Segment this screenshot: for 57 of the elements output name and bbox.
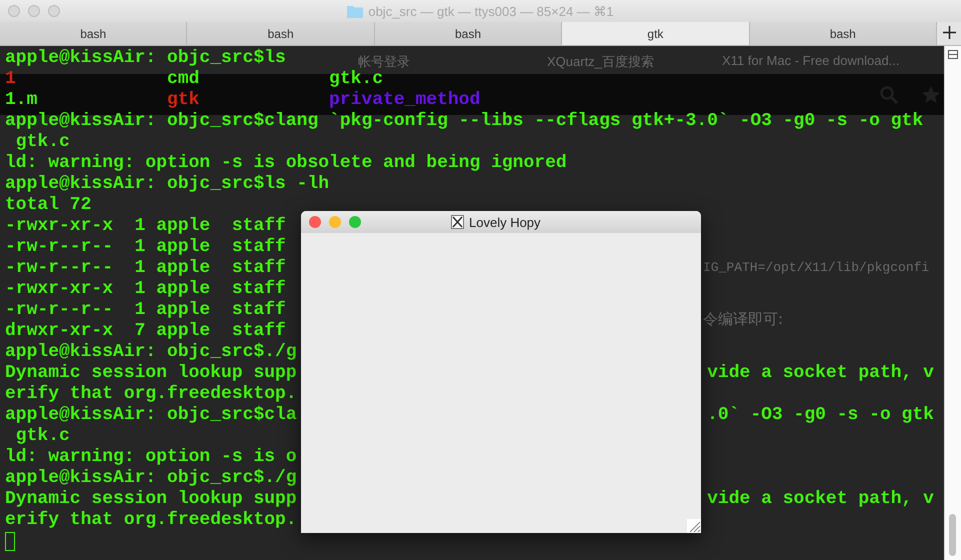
scroll-thumb[interactable] (949, 514, 956, 556)
terminal-line: apple@kissAir: objc_src$./g (5, 468, 297, 488)
terminal-line: vide a socket path, v (707, 489, 934, 509)
terminal-line: apple@kissAir: objc_src$cla (5, 405, 297, 425)
terminal-line: ld: warning: option -s is obsolete and being ignored (5, 153, 567, 173)
window-control[interactable] (48, 5, 60, 17)
new-tab-button[interactable] (937, 22, 961, 45)
terminal-line: erify that org.freedesktop. (5, 384, 297, 404)
folder-icon (347, 4, 364, 18)
split-icon (948, 50, 958, 59)
terminal-line: apple@kissAir: objc_src$ls (5, 48, 286, 68)
terminal-line: gtk.c (14, 132, 70, 152)
terminal-line: apple@kissAir: objc_src$ls -lh (5, 174, 330, 194)
terminal-line: Dynamic session lookup supp (5, 489, 297, 509)
tab-label: 帐号登录 (358, 53, 410, 70)
terminal-line: drwxr-xr-x 7 apple staff (5, 321, 286, 341)
terminal-line: -rw-r--r-- 1 apple staff (5, 300, 286, 320)
terminal-line: -rwxr-xr-x 1 apple staff (5, 279, 286, 299)
window-control[interactable] (8, 5, 20, 17)
file-name: 1.m (5, 90, 38, 110)
close-button[interactable] (309, 216, 321, 228)
zoom-button[interactable] (349, 216, 361, 228)
file-name: gtk.c (329, 69, 384, 89)
terminal-line: -rwxr-xr-x 1 apple staff (5, 216, 286, 236)
tab[interactable]: gtk (562, 22, 750, 45)
file-name: cmd (167, 69, 200, 89)
terminal-line: Dynamic session lookup supp (5, 363, 297, 383)
window-control[interactable] (28, 5, 40, 17)
terminal-line: ld: warning: option -s is o (5, 447, 297, 467)
terminal-line: total 72 (5, 195, 92, 215)
tab-label: X11 for Mac - Free download... (722, 53, 900, 68)
terminal-line: apple@kissAir: objc_src$./g (5, 342, 297, 362)
file-name: 1 (5, 69, 16, 89)
tab[interactable]: bash (374, 22, 562, 45)
terminal-line: erify that org.freedesktop. (5, 510, 297, 530)
file-name: private_method (329, 90, 480, 110)
cursor (5, 532, 15, 551)
terminal-line: -rw-r--r-- 1 apple staff (5, 258, 286, 278)
window-title: objc_src — gtk — ttys003 — 85×24 — ⌘1 (368, 4, 614, 18)
terminal-line: .0` -O3 -g0 -s -o gtk (707, 405, 934, 425)
terminal-line: gtk.c (14, 426, 70, 446)
minimize-button[interactable] (329, 216, 341, 228)
page-text: 令编译即可: (703, 310, 784, 329)
tab[interactable]: bash (750, 22, 938, 45)
tab-label: XQuartz_百度搜索 (547, 53, 654, 71)
terminal-line: vide a socket path, v (707, 363, 934, 383)
file-name: gtk (167, 90, 200, 110)
page-text: IG_PATH=/opt/X11/lib/pkgconfi (703, 260, 930, 275)
window-title: Lovely Hopy (469, 214, 541, 230)
tab[interactable]: bash (0, 22, 188, 45)
terminal-line: -rw-r--r-- 1 apple staff (5, 237, 286, 257)
scrollbar[interactable] (944, 46, 961, 560)
plus-icon (942, 26, 956, 39)
x11-icon (451, 215, 464, 229)
resize-grip[interactable] (687, 519, 701, 533)
tab[interactable]: bash (187, 22, 375, 45)
terminal-line: apple@kissAir: objc_src$clang `pkg-config --libs --cflags gtk+-3.0` -O3 -g0 -s -o gtk (5, 111, 924, 131)
